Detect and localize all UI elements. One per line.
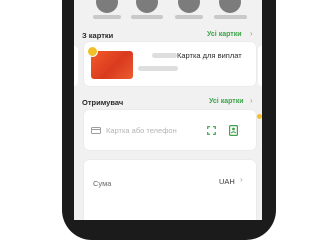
card-masked-number bbox=[152, 53, 177, 58]
quick-actions-row bbox=[74, 0, 262, 24]
quick-action-4-icon[interactable] bbox=[219, 0, 241, 13]
amount-label: Сума bbox=[93, 179, 112, 188]
quick-action-1-label bbox=[93, 15, 121, 19]
card-balance-hidden bbox=[138, 66, 178, 71]
card-icon bbox=[91, 127, 101, 134]
app-screen: З картки Усі картки › Картка для виплат … bbox=[74, 0, 262, 220]
card-badge-icon bbox=[87, 46, 98, 57]
chevron-right-icon: › bbox=[250, 96, 253, 105]
from-all-cards-link[interactable]: Усі картки bbox=[207, 31, 242, 38]
recipient-title: Отримувач bbox=[82, 98, 124, 107]
previous-card-peek[interactable] bbox=[74, 46, 78, 86]
amount-card[interactable] bbox=[84, 160, 256, 220]
contacts-icon[interactable] bbox=[229, 125, 238, 136]
recipient-all-cards-link[interactable]: Усі картки bbox=[209, 98, 244, 105]
quick-action-2-icon[interactable] bbox=[136, 0, 158, 13]
recipient-input[interactable]: Картка або телефон bbox=[106, 126, 177, 135]
next-item-peek-icon bbox=[257, 114, 262, 119]
quick-action-1-icon[interactable] bbox=[96, 0, 118, 13]
card-image bbox=[91, 51, 133, 79]
quick-action-2-label bbox=[131, 15, 163, 19]
card-name: Картка для виплат bbox=[177, 51, 242, 60]
quick-action-3-icon[interactable] bbox=[178, 0, 200, 13]
from-card-title: З картки bbox=[82, 31, 114, 40]
quick-action-4-label bbox=[214, 15, 247, 19]
chevron-right-icon: › bbox=[240, 175, 243, 184]
quick-action-3-label bbox=[175, 15, 203, 19]
currency-selector[interactable]: UAH bbox=[219, 177, 235, 186]
chevron-right-icon: › bbox=[250, 29, 253, 38]
scan-icon[interactable] bbox=[207, 126, 216, 135]
next-card-peek[interactable] bbox=[258, 46, 262, 86]
